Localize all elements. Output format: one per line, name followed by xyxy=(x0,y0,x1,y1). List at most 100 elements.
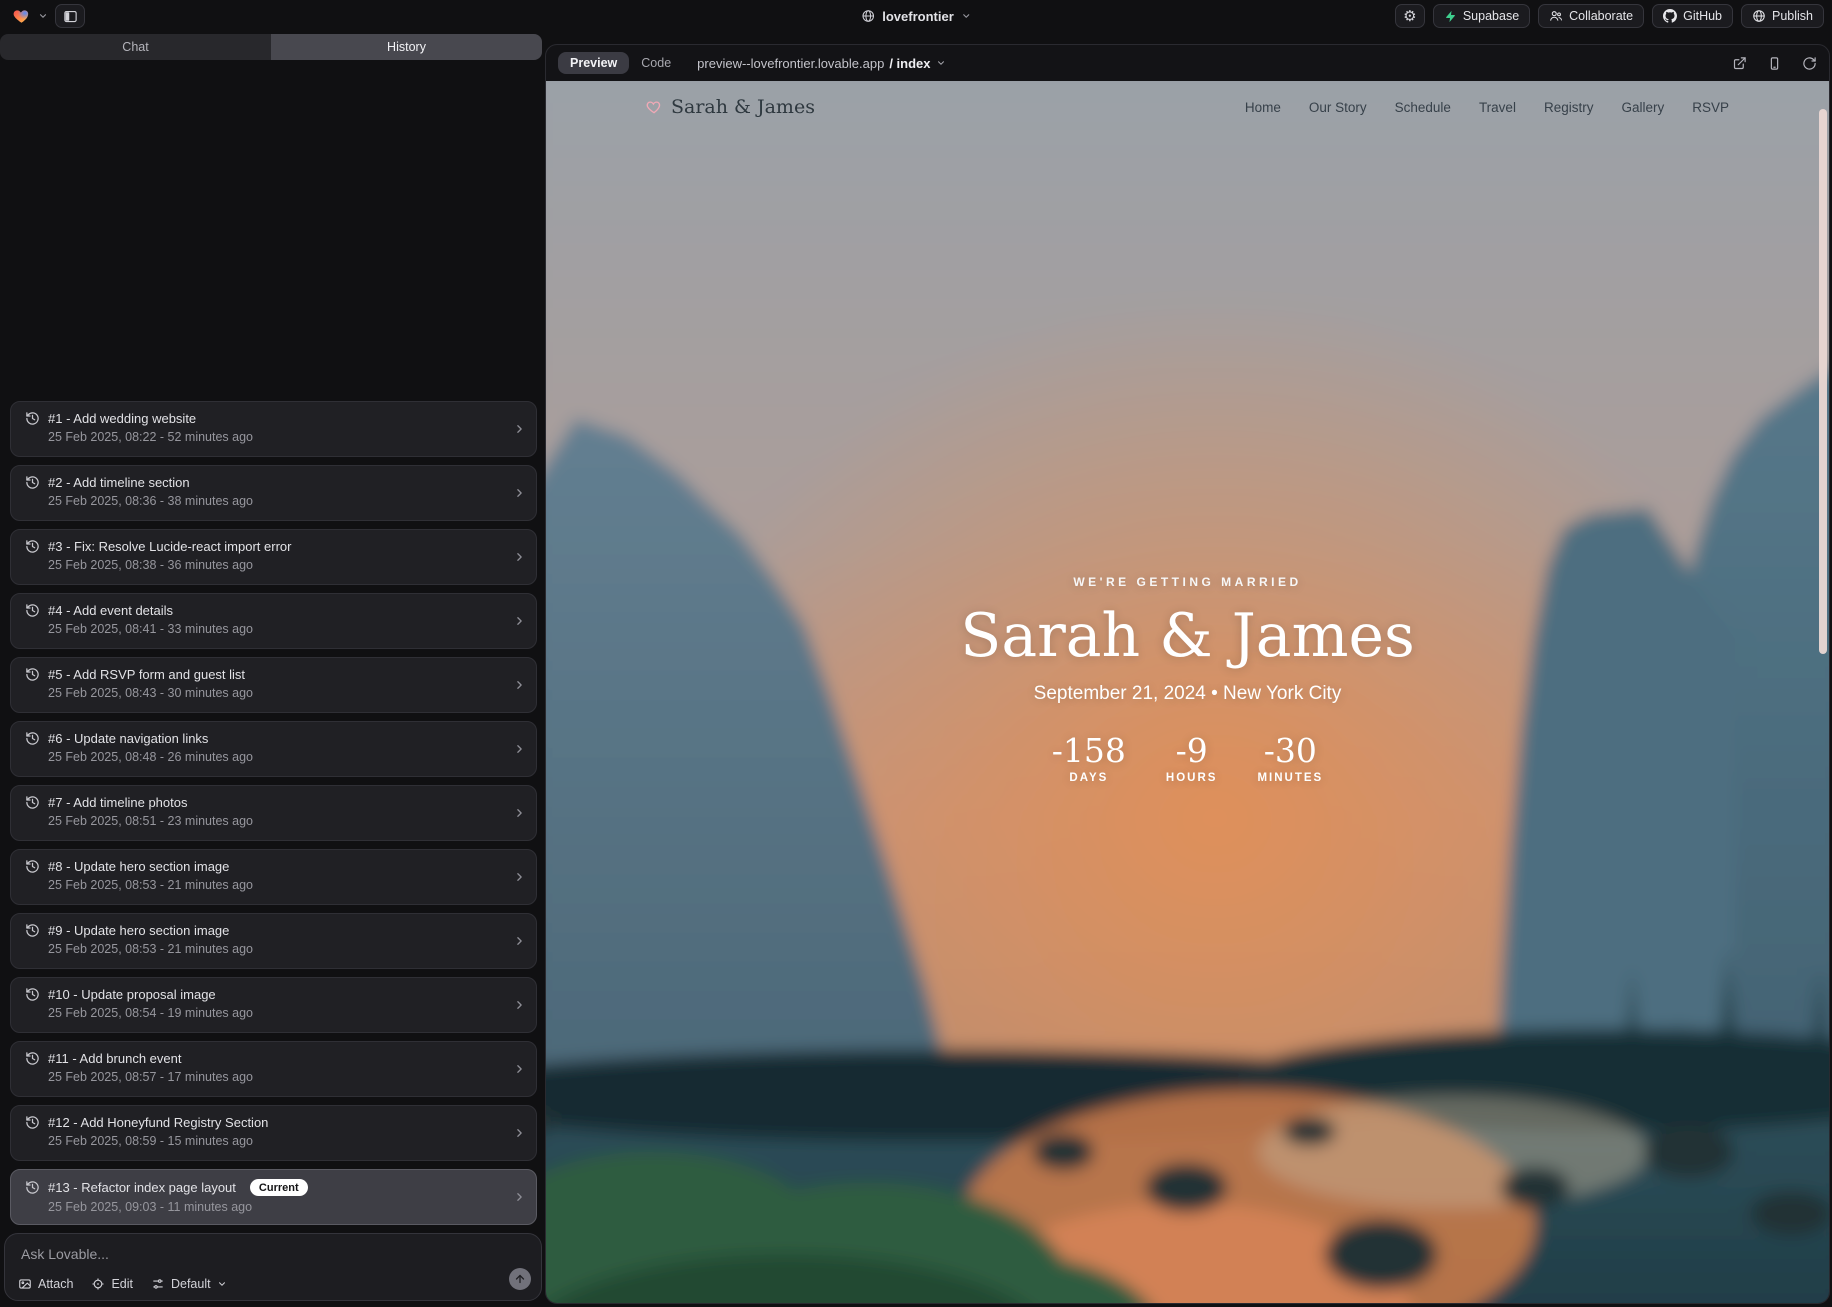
history-item-timestamp: 25 Feb 2025, 08:43 - 30 minutes ago xyxy=(48,686,522,700)
history-icon xyxy=(25,475,40,490)
history-item-timestamp: 25 Feb 2025, 08:48 - 26 minutes ago xyxy=(48,750,522,764)
site-logo[interactable]: Sarah & James xyxy=(646,96,815,118)
github-icon xyxy=(1663,9,1677,23)
countdown-unit: -9 HOURS xyxy=(1166,731,1218,784)
tab-preview[interactable]: Preview xyxy=(558,52,629,74)
preview-url[interactable]: preview--lovefrontier.lovable.app / inde… xyxy=(697,56,945,71)
site-nav-link[interactable]: RSVP xyxy=(1692,100,1729,115)
history-item[interactable]: #5 - Add RSVP form and guest list Curren… xyxy=(10,657,537,713)
mode-select[interactable]: Default xyxy=(151,1277,227,1291)
history-item-timestamp: 25 Feb 2025, 08:54 - 19 minutes ago xyxy=(48,1006,522,1020)
edit-button[interactable]: Edit xyxy=(91,1277,133,1291)
lovable-logo-icon[interactable] xyxy=(12,7,31,25)
chat-composer[interactable]: Ask Lovable... Attach Edit Default xyxy=(4,1233,542,1301)
history-item[interactable]: #2 - Add timeline section Current 25 Feb… xyxy=(10,465,537,521)
history-item-title: #2 - Add timeline section xyxy=(48,475,190,490)
history-item-timestamp: 25 Feb 2025, 08:41 - 33 minutes ago xyxy=(48,622,522,636)
history-item-timestamp: 25 Feb 2025, 08:22 - 52 minutes ago xyxy=(48,430,522,444)
chevron-right-icon[interactable] xyxy=(513,679,526,692)
history-item[interactable]: #6 - Update navigation links Current 25 … xyxy=(10,721,537,777)
attach-label: Attach xyxy=(38,1277,73,1291)
tab-code[interactable]: Code xyxy=(641,56,671,70)
history-item[interactable]: #9 - Update hero section image Current 2… xyxy=(10,913,537,969)
history-item[interactable]: #10 - Update proposal image Current 25 F… xyxy=(10,977,537,1033)
supabase-button[interactable]: Supabase xyxy=(1433,4,1530,28)
chevron-right-icon[interactable] xyxy=(513,487,526,500)
site-header: Sarah & James Home Our Story Schedule Trave… xyxy=(546,81,1829,133)
site-nav: Home Our Story Schedule Travel Registry Galle… xyxy=(1245,100,1729,115)
chevron-right-icon[interactable] xyxy=(513,871,526,884)
history-item-timestamp: 25 Feb 2025, 08:59 - 15 minutes ago xyxy=(48,1134,522,1148)
site-nav-link[interactable]: Schedule xyxy=(1395,100,1451,115)
site-nav-link[interactable]: Registry xyxy=(1544,100,1594,115)
preview-url-path: / index xyxy=(889,56,930,71)
history-item-title: #7 - Add timeline photos xyxy=(48,795,187,810)
history-item[interactable]: #7 - Add timeline photos Current 25 Feb … xyxy=(10,785,537,841)
preview-pane: Preview Code preview--lovefrontier.lovab… xyxy=(545,44,1830,1304)
history-icon xyxy=(25,731,40,746)
history-item-title: #4 - Add event details xyxy=(48,603,173,618)
history-item-timestamp: 25 Feb 2025, 08:53 - 21 minutes ago xyxy=(48,878,522,892)
settings-button[interactable]: ⚙ xyxy=(1395,4,1425,28)
chevron-right-icon[interactable] xyxy=(513,551,526,564)
history-icon xyxy=(25,1115,40,1130)
send-button[interactable] xyxy=(509,1268,531,1290)
chevron-right-icon[interactable] xyxy=(513,1127,526,1140)
chevron-right-icon[interactable] xyxy=(513,743,526,756)
history-item[interactable]: #11 - Add brunch event Current 25 Feb 20… xyxy=(10,1041,537,1097)
history-item-timestamp: 25 Feb 2025, 09:03 - 11 minutes ago xyxy=(48,1200,522,1214)
history-item[interactable]: #4 - Add event details Current 25 Feb 20… xyxy=(10,593,537,649)
chevron-right-icon[interactable] xyxy=(513,999,526,1012)
history-item-timestamp: 25 Feb 2025, 08:38 - 36 minutes ago xyxy=(48,558,522,572)
app-topbar: lovefrontier ⚙ Supabase Collaborate GitH… xyxy=(0,0,1832,32)
open-in-new-tab-button[interactable] xyxy=(1732,56,1747,71)
history-item-title: #8 - Update hero section image xyxy=(48,859,229,874)
history-item[interactable]: #1 - Add wedding website Current 25 Feb … xyxy=(10,401,537,457)
hero-content: WE'RE GETTING MARRIED Sarah & James Sept… xyxy=(546,575,1829,784)
github-button[interactable]: GitHub xyxy=(1652,4,1733,28)
hero-eyebrow: WE'RE GETTING MARRIED xyxy=(546,575,1829,589)
project-switcher[interactable]: lovefrontier xyxy=(861,0,971,32)
countdown-value: -30 xyxy=(1257,731,1323,770)
supabase-bolt-icon xyxy=(1444,10,1457,23)
history-item-timestamp: 25 Feb 2025, 08:36 - 38 minutes ago xyxy=(48,494,522,508)
history-icon xyxy=(25,987,40,1002)
site-nav-link[interactable]: Home xyxy=(1245,100,1281,115)
project-chevron-down-icon xyxy=(961,11,971,21)
history-item[interactable]: #12 - Add Honeyfund Registry Section Cur… xyxy=(10,1105,537,1161)
collaborate-button[interactable]: Collaborate xyxy=(1538,4,1644,28)
sidebar-toggle-button[interactable] xyxy=(55,4,85,28)
wedding-site-preview: Sarah & James Home Our Story Schedule Trave… xyxy=(546,81,1829,1303)
tab-history[interactable]: History xyxy=(271,34,542,60)
site-nav-link[interactable]: Gallery xyxy=(1621,100,1664,115)
publish-button[interactable]: Publish xyxy=(1741,4,1824,28)
site-nav-link[interactable]: Travel xyxy=(1479,100,1516,115)
chevron-right-icon[interactable] xyxy=(513,1191,526,1204)
history-item[interactable]: #3 - Fix: Resolve Lucide-react import er… xyxy=(10,529,537,585)
chevron-right-icon[interactable] xyxy=(513,807,526,820)
tab-chat[interactable]: Chat xyxy=(0,34,271,60)
attach-button[interactable]: Attach xyxy=(18,1277,73,1291)
history-icon xyxy=(25,859,40,874)
target-icon xyxy=(91,1277,105,1291)
chevron-right-icon[interactable] xyxy=(513,935,526,948)
chevron-right-icon[interactable] xyxy=(513,1063,526,1076)
workspace-chevron-down-icon[interactable] xyxy=(38,11,48,21)
chevron-right-icon[interactable] xyxy=(513,423,526,436)
history-item[interactable]: #13 - Refactor index page layout Current… xyxy=(10,1169,537,1225)
preview-scrollbar-thumb[interactable] xyxy=(1819,109,1827,654)
sidebar-tabbar: Chat History xyxy=(0,34,542,60)
chevron-right-icon[interactable] xyxy=(513,615,526,628)
mode-label: Default xyxy=(171,1277,211,1291)
history-item-title: #5 - Add RSVP form and guest list xyxy=(48,667,245,682)
refresh-button[interactable] xyxy=(1802,56,1817,71)
github-label: GitHub xyxy=(1683,9,1722,23)
site-nav-link[interactable]: Our Story xyxy=(1309,100,1367,115)
composer-placeholder[interactable]: Ask Lovable... xyxy=(21,1246,109,1262)
edit-label: Edit xyxy=(111,1277,133,1291)
collaborate-label: Collaborate xyxy=(1569,9,1633,23)
mobile-view-button[interactable] xyxy=(1767,56,1782,71)
history-item[interactable]: #8 - Update hero section image Current 2… xyxy=(10,849,537,905)
history-item-timestamp: 25 Feb 2025, 08:53 - 21 minutes ago xyxy=(48,942,522,956)
publish-globe-icon xyxy=(1752,9,1766,23)
